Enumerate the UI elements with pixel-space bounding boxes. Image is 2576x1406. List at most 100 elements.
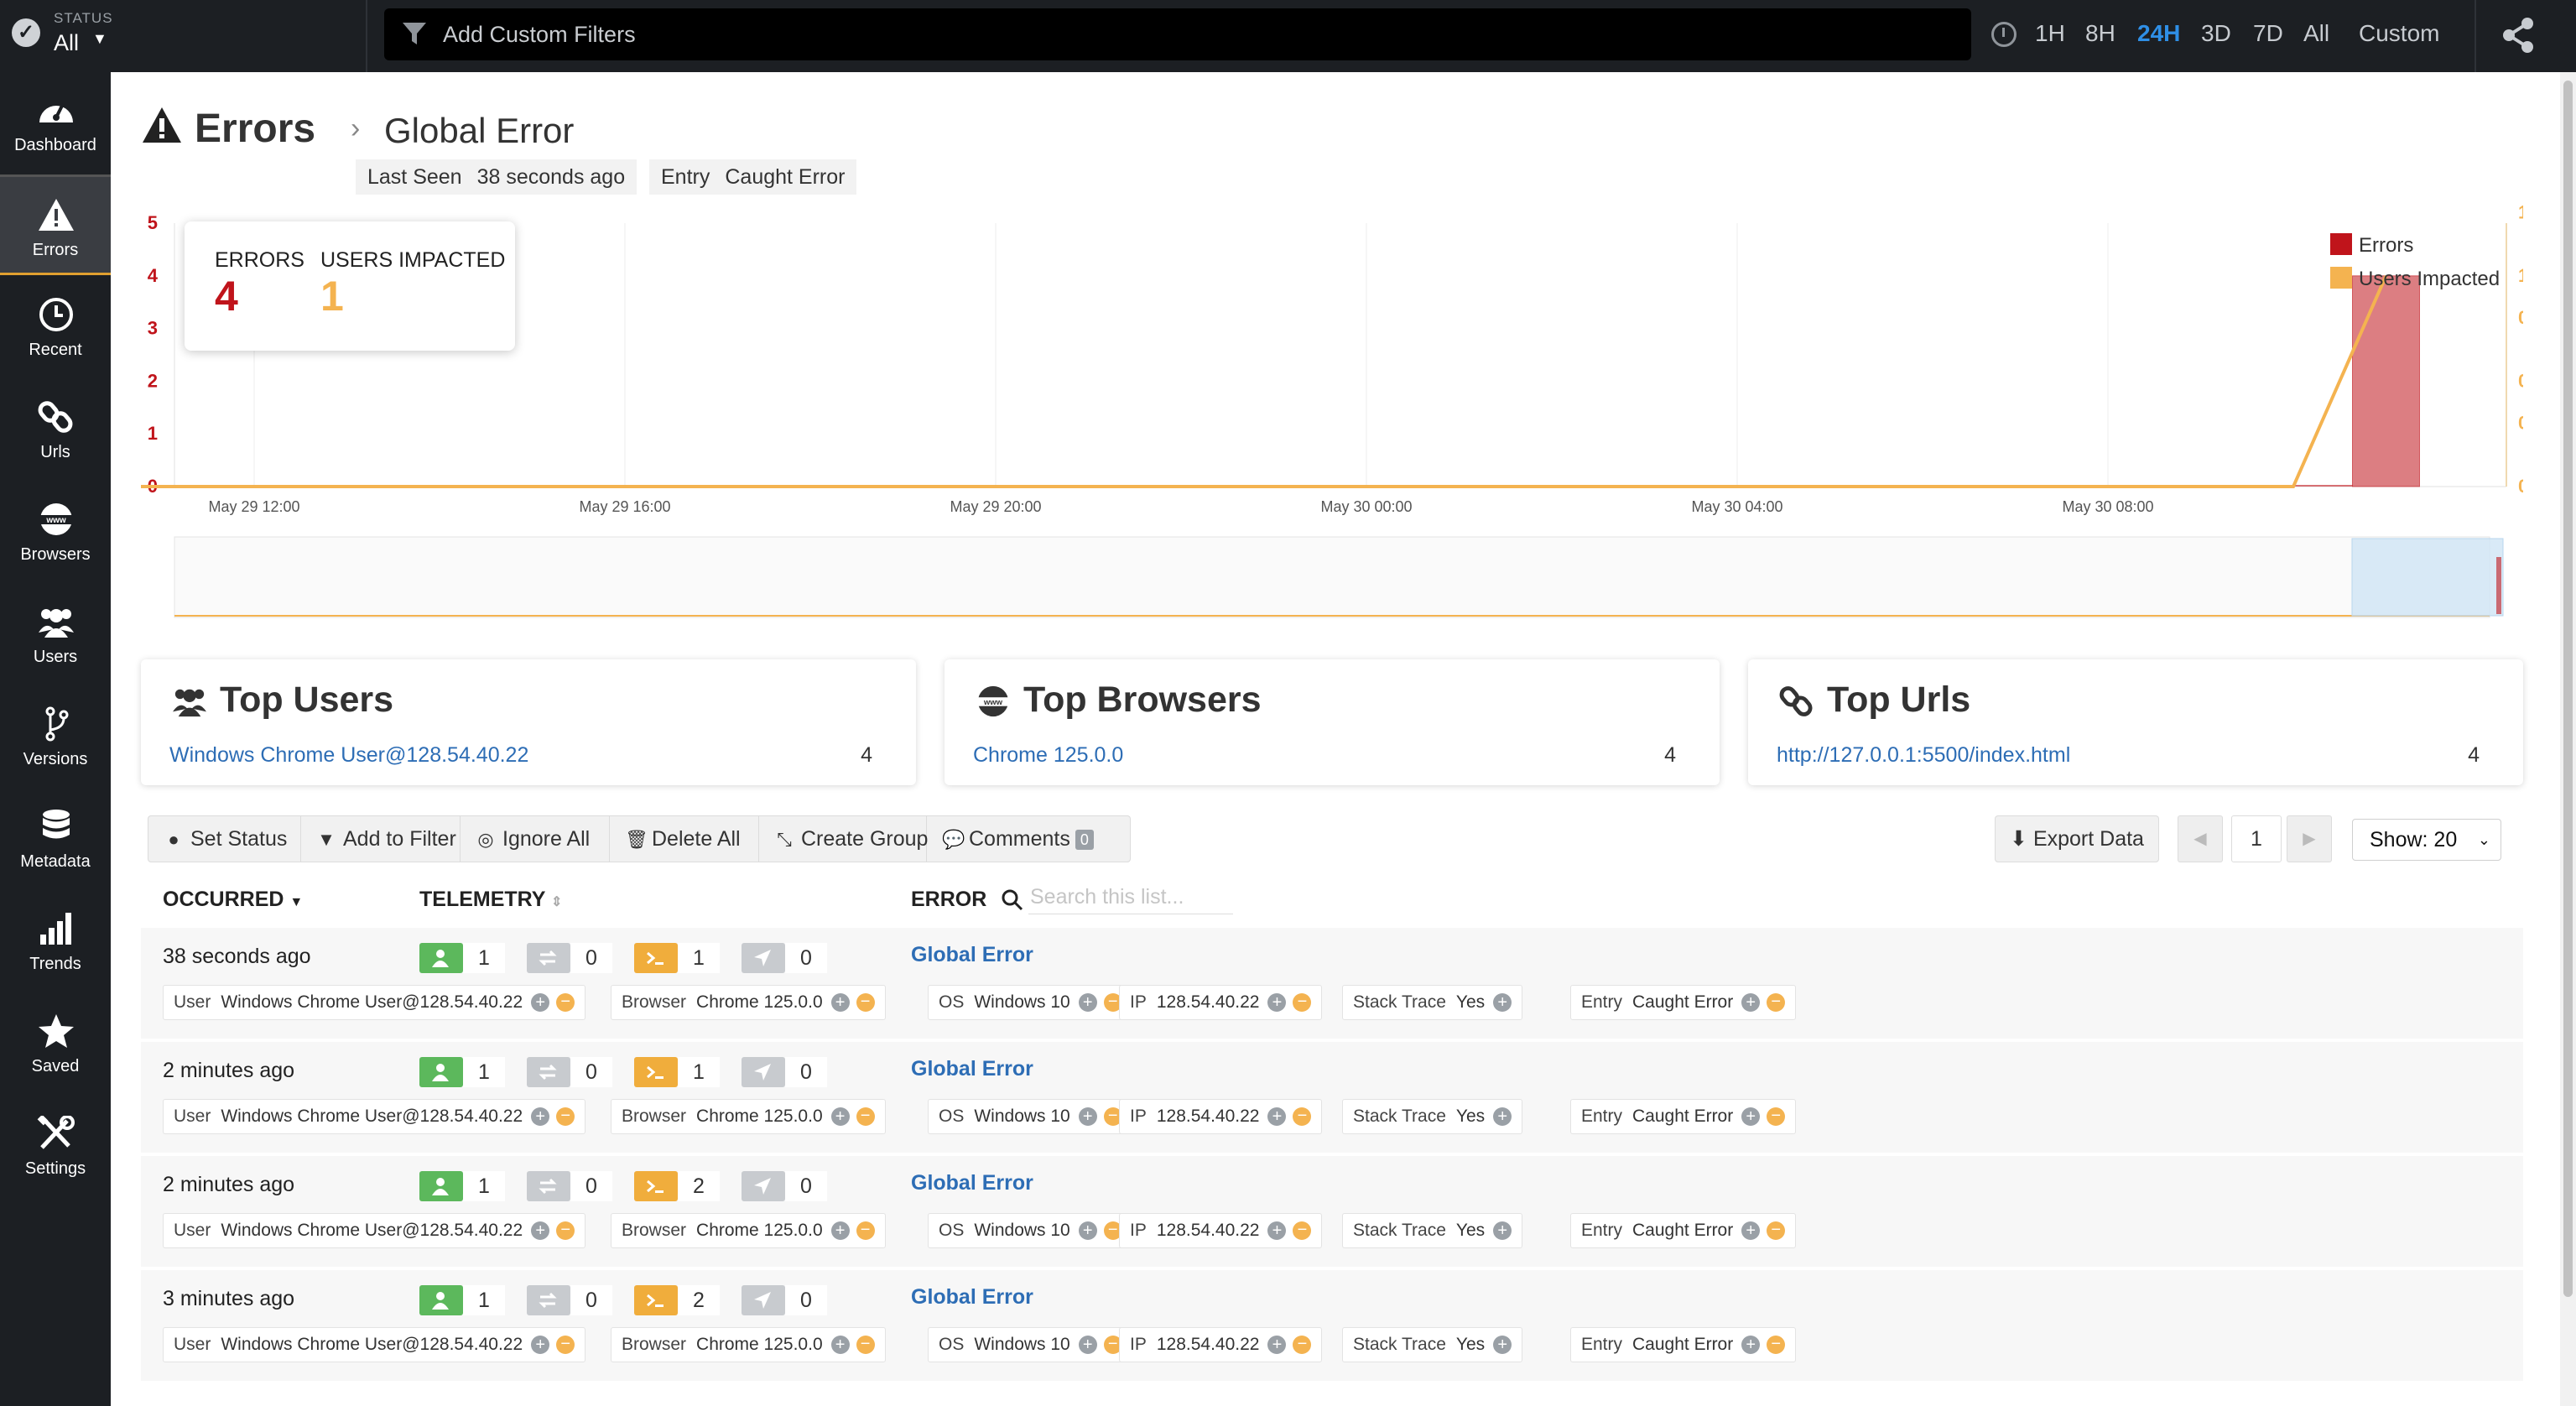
comments-button[interactable]: 💬 Comments 0	[927, 816, 1132, 862]
sidebar-item-recent[interactable]: Recent	[0, 277, 111, 378]
exchange-icon	[539, 950, 557, 966]
exclude-filter-icon[interactable]: −	[1767, 1336, 1786, 1355]
exclude-filter-icon[interactable]: −	[556, 993, 575, 1013]
search-list-input[interactable]	[1028, 881, 1233, 914]
add-filter-icon[interactable]: +	[1267, 993, 1287, 1013]
create-group-button[interactable]: ⤡ Create Group	[759, 816, 928, 862]
exclude-filter-icon[interactable]: −	[556, 1336, 575, 1355]
exclude-filter-icon[interactable]: −	[1293, 993, 1312, 1013]
scroll-thumb[interactable]	[2563, 81, 2573, 1297]
add-filter-icon[interactable]: +	[1078, 1336, 1097, 1355]
sidebar-item-urls[interactable]: Urls	[0, 379, 111, 480]
add-filter-icon[interactable]: +	[1741, 993, 1761, 1013]
os-chip-value: Windows 10	[974, 992, 1070, 1012]
range-3d[interactable]: 3D	[2201, 20, 2231, 47]
exclude-filter-icon[interactable]: −	[1767, 993, 1786, 1013]
error-link[interactable]: Global Error	[911, 1057, 1033, 1081]
add-filter-icon[interactable]: +	[1741, 1107, 1761, 1127]
add-filter-icon[interactable]: +	[531, 1221, 550, 1241]
sort-occurred-header[interactable]: OCCURRED ▼	[163, 888, 303, 912]
export-data-button[interactable]: ⬇ Export Data	[1995, 815, 2159, 862]
status-value[interactable]: All	[54, 30, 79, 56]
add-filter-icon[interactable]: +	[830, 1221, 850, 1241]
add-filter-icon[interactable]: +	[1078, 993, 1097, 1013]
add-filter-icon[interactable]: +	[1493, 1336, 1512, 1355]
add-filter-icon[interactable]: +	[531, 1336, 550, 1355]
chevron-down-icon: ⌄	[2477, 831, 2490, 848]
exclude-filter-icon[interactable]: −	[556, 1107, 575, 1127]
add-filter-icon[interactable]: +	[1493, 993, 1512, 1013]
add-filter-icon[interactable]: +	[1493, 1221, 1512, 1241]
status-filter[interactable]: ✓ STATUS All ▼	[0, 0, 367, 72]
range-custom[interactable]: Custom	[2359, 20, 2439, 47]
add-filter-icon[interactable]: +	[1078, 1107, 1097, 1127]
add-filter-icon[interactable]: +	[1741, 1221, 1761, 1241]
exclude-filter-icon[interactable]: −	[1767, 1221, 1786, 1241]
table-row[interactable]: 3 minutes ago 1 0 2 0 Global Error User Windows…	[141, 1270, 2523, 1381]
exclude-filter-icon[interactable]: −	[856, 1221, 875, 1241]
error-link[interactable]: Global Error	[911, 1171, 1033, 1195]
top-url-link[interactable]: http://127.0.0.1:5500/index.html	[1777, 743, 2070, 768]
sort-telemetry-header[interactable]: TELEMETRY ⇕	[419, 888, 562, 912]
ignore-all-button[interactable]: ◎ Ignore All	[461, 816, 610, 862]
table-row[interactable]: 2 minutes ago 1 0 2 0 Global Error User Windows…	[141, 1156, 2523, 1267]
table-row[interactable]: 38 seconds ago 1 0 1 0 Global Error User Window…	[141, 928, 2523, 1039]
range-8h[interactable]: 8H	[2085, 20, 2115, 47]
add-filter-icon[interactable]: +	[830, 1107, 850, 1127]
add-filter-icon[interactable]: +	[1078, 1221, 1097, 1241]
exclude-filter-icon[interactable]: −	[1293, 1107, 1312, 1127]
custom-filter-input[interactable]: Add Custom Filters	[384, 8, 1971, 60]
exclude-filter-icon[interactable]: −	[856, 993, 875, 1013]
add-filter-icon[interactable]: +	[1741, 1336, 1761, 1355]
error-link[interactable]: Global Error	[911, 943, 1033, 967]
add-filter-icon[interactable]: +	[1267, 1221, 1287, 1241]
sidebar-item-saved[interactable]: Saved	[0, 993, 111, 1094]
page-size-select[interactable]: Show: 20 ⌄	[2352, 819, 2501, 861]
prev-page-button[interactable]: ◀	[2178, 815, 2223, 862]
top-browser-link[interactable]: Chrome 125.0.0	[973, 743, 1123, 768]
sidebar-item-trends[interactable]: Trends	[0, 891, 111, 992]
user-icon	[432, 950, 449, 967]
sidebar-item-dashboard[interactable]: Dashboard	[0, 72, 111, 173]
sidebar-item-users[interactable]: Users	[0, 584, 111, 685]
user-chip: User Windows Chrome User@128.54.40.22 + −	[163, 1099, 586, 1134]
next-page-button[interactable]: ▶	[2287, 815, 2332, 862]
delete-all-button[interactable]: 🗑 Delete All	[610, 816, 759, 862]
add-filter-icon[interactable]: +	[1267, 1336, 1287, 1355]
share-button[interactable]	[2475, 0, 2558, 72]
top-urls-panel: Top Urls http://127.0.0.1:5500/index.htm…	[1748, 659, 2523, 785]
range-24h[interactable]: 24H	[2137, 20, 2180, 47]
add-filter-icon[interactable]: +	[830, 993, 850, 1013]
exclude-filter-icon[interactable]: −	[1293, 1221, 1312, 1241]
exclude-filter-icon[interactable]: −	[1293, 1336, 1312, 1355]
add-to-filter-button[interactable]: ▼ Add to Filter	[301, 816, 461, 862]
range-all[interactable]: All	[2303, 20, 2329, 47]
top-user-link[interactable]: Windows Chrome User@128.54.40.22	[169, 743, 528, 768]
page-title[interactable]: Errors	[195, 106, 315, 152]
browser-chip: Browser Chrome 125.0.0 + −	[611, 1099, 886, 1134]
sidebar-item-browsers[interactable]: www Browsers	[0, 482, 111, 582]
user-chip-label: User	[174, 1335, 211, 1354]
add-filter-icon[interactable]: +	[531, 1107, 550, 1127]
scrollbar[interactable]	[2560, 72, 2576, 1406]
exclude-filter-icon[interactable]: −	[556, 1221, 575, 1241]
telemetry-console-count: 1	[678, 1057, 720, 1087]
exclude-filter-icon[interactable]: −	[856, 1336, 875, 1355]
sidebar-item-errors[interactable]: Errors	[0, 174, 111, 275]
exclude-filter-icon[interactable]: −	[856, 1107, 875, 1127]
chevron-down-icon[interactable]: ▼	[92, 30, 107, 48]
range-7d[interactable]: 7D	[2253, 20, 2283, 47]
add-filter-icon[interactable]: +	[1267, 1107, 1287, 1127]
exclude-filter-icon[interactable]: −	[1767, 1107, 1786, 1127]
add-filter-icon[interactable]: +	[1493, 1107, 1512, 1127]
user-chip-label: User	[174, 992, 211, 1012]
table-row[interactable]: 2 minutes ago 1 0 1 0 Global Error User Windows…	[141, 1042, 2523, 1153]
add-filter-icon[interactable]: +	[531, 993, 550, 1013]
error-link[interactable]: Global Error	[911, 1285, 1033, 1310]
sidebar-item-versions[interactable]: Versions	[0, 686, 111, 787]
add-filter-icon[interactable]: +	[830, 1336, 850, 1355]
set-status-button[interactable]: ● Set Status	[148, 816, 301, 862]
range-1h[interactable]: 1H	[2035, 20, 2065, 47]
sidebar-item-metadata[interactable]: Metadata	[0, 789, 111, 889]
sidebar-item-settings[interactable]: Settings	[0, 1096, 111, 1196]
